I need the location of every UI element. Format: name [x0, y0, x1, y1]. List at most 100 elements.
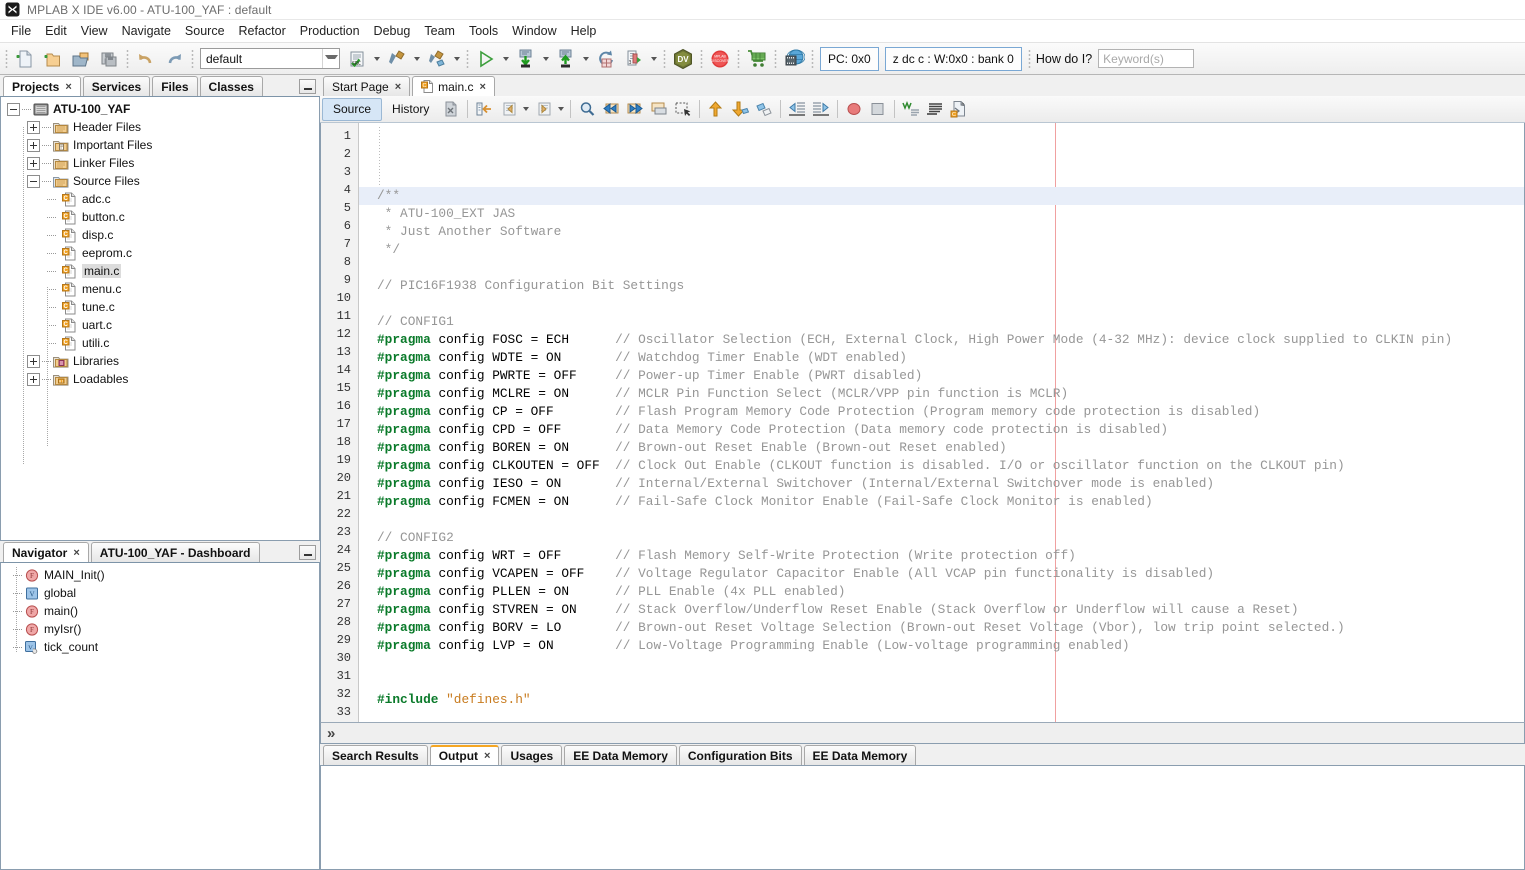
tree-item-uart-c[interactable]: Cuart.c [1, 316, 319, 334]
code-line[interactable]: #pragma config CLKOUTEN = OFF // Clock O… [359, 457, 1524, 475]
code-line[interactable]: #include "defines.h" [359, 691, 1524, 709]
toolbar-grip-5[interactable] [663, 48, 666, 69]
tab-services[interactable]: Services [82, 76, 151, 96]
set-project-configuration-icon[interactable]: SRC [343, 46, 371, 72]
code-editor[interactable]: 1 2 3 4 5 6 7 8 9 10 11 12 13 14 15 16 17 18 19 20 21 22 23 24 2… [320, 123, 1525, 722]
set-config-dropdown-arrow[interactable] [371, 46, 383, 72]
menu-edit[interactable]: Edit [38, 22, 74, 40]
code-line[interactable]: #pragma config VCAPEN = OFF // Voltage R… [359, 565, 1524, 583]
tree-item-libraries[interactable]: Libraries [1, 352, 319, 370]
build-project-icon[interactable] [383, 46, 411, 72]
open-header-icon[interactable]: h C [947, 98, 971, 121]
run-project-icon[interactable] [472, 46, 500, 72]
globe-video-icon[interactable] [780, 46, 808, 72]
shift-line-left-icon[interactable] [785, 98, 809, 121]
code-line[interactable]: #pragma config WRT = OFF // Flash Memory… [359, 547, 1524, 565]
toolbar-grip-7[interactable] [737, 48, 740, 69]
previous-bookmark-dropdown-arrow[interactable] [520, 98, 531, 121]
tab-start-page[interactable]: Start Page × [323, 76, 411, 96]
open-project-icon[interactable] [67, 46, 95, 72]
find-selection-icon[interactable] [575, 98, 599, 121]
code-line[interactable]: #pragma config MCLRE = ON // MCLR Pin Fu… [359, 385, 1524, 403]
toggle-rectangular-selection-icon[interactable] [671, 98, 695, 121]
code-line[interactable]: #pragma config PWRTE = OFF // Power-up T… [359, 367, 1524, 385]
tree-item-eeprom-c[interactable]: Ceeprom.c [1, 244, 319, 262]
tree-item-utili-c[interactable]: Cutili.c [1, 334, 319, 352]
new-project-icon[interactable] [39, 46, 67, 72]
stop-icon[interactable] [866, 98, 890, 121]
expand-icon[interactable] [27, 372, 40, 386]
expand-icon[interactable] [27, 138, 40, 152]
code-line[interactable]: #pragma config IESO = ON // Internal/Ext… [359, 475, 1524, 493]
tree-item-atu-100-yaf[interactable]: ATU-100_YAF [1, 100, 319, 118]
code-line[interactable]: #pragma config FOSC = ECH // Oscillator … [359, 331, 1524, 349]
code-line[interactable]: * ATU-100_EXT JAS [359, 205, 1524, 223]
collapse-icon[interactable] [27, 174, 40, 188]
minimize-navigator-button[interactable] [299, 545, 316, 560]
navigator-item-global[interactable]: Vglobal [1, 584, 319, 602]
toolbar-grip-6[interactable] [700, 48, 703, 69]
tab-ee-data-memory[interactable]: EE Data Memory [564, 745, 677, 765]
code-line[interactable]: #pragma config PLLEN = ON // PLL Enable … [359, 583, 1524, 601]
chevron-right-icon[interactable]: » [327, 725, 336, 742]
shift-line-right-icon[interactable] [809, 98, 833, 121]
close-icon[interactable]: × [395, 81, 401, 93]
tree-item-loadables[interactable]: 01 Loadables [1, 370, 319, 388]
view-tab-source[interactable]: Source [322, 97, 383, 121]
collapse-icon[interactable] [7, 102, 20, 116]
tab-configuration-bits[interactable]: Configuration Bits [678, 745, 802, 765]
menu-tools[interactable]: Tools [462, 22, 505, 40]
navigator-item-myisr[interactable]: FmyIsr() [1, 620, 319, 638]
run-dropdown-arrow[interactable] [500, 46, 512, 72]
code-line[interactable]: */ [359, 241, 1524, 259]
code-line[interactable]: #pragma config LVP = ON // Low-Voltage P… [359, 637, 1524, 655]
previous-bookmark-icon[interactable] [496, 98, 520, 121]
next-bookmark-dropdown-arrow[interactable] [555, 98, 566, 121]
uncomment-icon[interactable] [923, 98, 947, 121]
code-line[interactable]: #pragma config CPD = OFF // Data Memory … [359, 421, 1524, 439]
chevron-down-icon[interactable] [322, 49, 339, 68]
menu-debug[interactable]: Debug [367, 22, 418, 40]
menu-help[interactable]: Help [564, 22, 604, 40]
code-line[interactable]: #pragma config FCMEN = ON // Fail-Safe C… [359, 493, 1524, 511]
code-line[interactable]: #pragma config BOREN = ON // Brown-out R… [359, 439, 1524, 457]
expand-icon[interactable] [27, 354, 40, 368]
next-bookmark-icon[interactable] [531, 98, 555, 121]
menu-source[interactable]: Source [178, 22, 232, 40]
code-line[interactable]: #pragma config CP = OFF // Flash Program… [359, 403, 1524, 421]
navigator-item-main[interactable]: Fmain() [1, 602, 319, 620]
code-line[interactable]: #pragma config BORV = LO // Brown-out Re… [359, 619, 1524, 637]
tree-item-linker-files[interactable]: Linker Files [1, 154, 319, 172]
program-dropdown-arrow[interactable] [580, 46, 592, 72]
code-line[interactable]: // CONFIG1 [359, 313, 1524, 331]
code-line[interactable] [359, 655, 1524, 673]
code-line[interactable]: #pragma config WDTE = ON // Watchdog Tim… [359, 349, 1524, 367]
next-error-icon[interactable] [728, 98, 752, 121]
toggle-highlight-icon[interactable] [647, 98, 671, 121]
tree-item-source-files[interactable]: Source Files [1, 172, 319, 190]
code-line[interactable] [359, 511, 1524, 529]
menu-production[interactable]: Production [293, 22, 367, 40]
tree-item-button-c[interactable]: Cbutton.c [1, 208, 319, 226]
toolbar-grip-2[interactable] [126, 48, 129, 69]
code-line[interactable] [359, 259, 1524, 277]
navigator-item-tick-count[interactable]: Vtick_count [1, 638, 319, 656]
refresh-debug-icon[interactable]: 3 [620, 46, 648, 72]
toolbar-grip-3[interactable] [191, 48, 194, 69]
clean-and-build-project-icon[interactable] [423, 46, 451, 72]
how-do-i-input[interactable]: Keyword(s) [1098, 49, 1195, 68]
toolbar-grip-10[interactable] [1027, 48, 1031, 69]
view-tab-history[interactable]: History [382, 98, 439, 121]
save-all-icon[interactable] [95, 46, 123, 72]
close-icon[interactable]: × [484, 750, 490, 762]
code-line[interactable]: // CONFIG2 [359, 529, 1524, 547]
find-previous-icon[interactable] [599, 98, 623, 121]
expand-icon[interactable] [27, 156, 40, 170]
tab-usages[interactable]: Usages [501, 745, 563, 765]
tab-main-c[interactable]: C main.c × [412, 76, 495, 96]
menu-navigate[interactable]: Navigate [115, 22, 178, 40]
minimize-projects-button[interactable] [299, 79, 316, 94]
shopping-cart-icon[interactable] [743, 46, 771, 72]
tab-output[interactable]: Output × [429, 745, 500, 765]
comment-icon[interactable] [899, 98, 923, 121]
